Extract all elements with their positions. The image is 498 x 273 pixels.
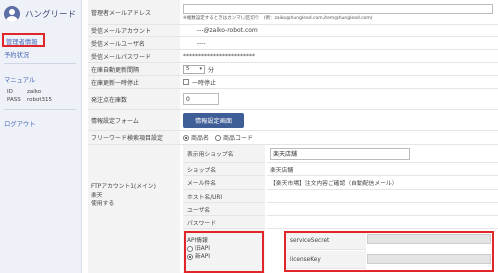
freeword-option-product-code: 商品コード xyxy=(223,135,254,142)
sidebar-item-admin-info-label: 管理者情報 xyxy=(6,39,38,46)
stock-pause-label: 在庫更新一時停止 xyxy=(88,76,180,88)
admin-email-note: ※複数設定するときはカンマ(,)区切り (例：zaiko@hunglead.co… xyxy=(183,15,373,21)
row-admin-email: 管理者メールアドレス ※複数設定するときはカンマ(,)区切り (例：zaiko@… xyxy=(88,0,498,25)
info-settings-button[interactable]: 情報設定画面 xyxy=(183,112,245,128)
order-stock-input[interactable]: 0 xyxy=(183,93,219,105)
row-stock-pause: 在庫更新一時停止 一時停止 xyxy=(88,76,498,89)
shop-name-value: 楽天店舗 xyxy=(267,163,498,176)
recv-user-label: 受信メールユーザ名 xyxy=(88,37,180,49)
ftp-account-status: 使用する xyxy=(91,201,115,207)
login-id-label: ID xyxy=(7,89,13,95)
freeword-option-product-name: 商品名 xyxy=(191,135,210,142)
brand: ハングリード xyxy=(4,6,76,22)
order-stock-label: 発注点在庫数 xyxy=(88,89,180,109)
mail-subject-value: 【楽天市場】注文内容ご確認（自動配信メール） xyxy=(267,176,498,190)
ftp-account-label: FTPアカウント1(メイン) 楽天 使用する xyxy=(88,145,180,273)
ftp-password-label: パスワード xyxy=(183,216,265,229)
sidebar-item-admin-info[interactable]: 管理者情報 xyxy=(2,33,45,47)
row-order-stock: 発注点在庫数 0 xyxy=(88,89,498,110)
stock-interval-selected: 5 xyxy=(186,66,190,72)
row-recv-user: 受信メールユーザ名 ---- xyxy=(88,37,498,50)
recv-user-value: ---- xyxy=(197,39,206,47)
chevron-down-icon: ▾ xyxy=(199,66,202,72)
stock-interval-label: 在庫自動更新間隔 xyxy=(88,63,180,75)
freeword-radio-product-name[interactable] xyxy=(183,134,189,141)
stock-pause-checkbox[interactable] xyxy=(183,79,189,85)
admin-email-label: 管理者メールアドレス xyxy=(88,0,180,24)
row-freeword: フリーワード検索項目設定 商品名 商品コード xyxy=(88,131,498,145)
display-shop-cell: 楽天店舗 xyxy=(267,145,498,163)
stock-pause-option-label: 一時停止 xyxy=(192,79,217,87)
recv-account-value: ---@zaiko-robot.com xyxy=(197,27,258,34)
ftp-account-service: 楽天 xyxy=(91,192,103,199)
host-label: ホスト名/URI xyxy=(183,190,265,203)
sidebar-divider xyxy=(4,63,76,64)
row-recv-pass: 受信メールパスワード ************************ xyxy=(88,50,498,63)
recv-account-label: 受信メールアカウント xyxy=(88,25,180,36)
freeword-radio-product-code[interactable] xyxy=(215,134,222,141)
sidebar-divider xyxy=(4,109,76,110)
row-stock-interval: 在庫自動更新間隔 5 ▾ 分 xyxy=(88,63,498,76)
user-avatar-icon xyxy=(4,6,20,22)
highlight-api-info xyxy=(184,231,264,273)
ftp-account-title: FTPアカウント1(メイン) xyxy=(91,184,156,190)
ftp-password-value xyxy=(267,216,498,229)
ftp-user-label: ユーザ名 xyxy=(183,203,265,216)
recv-pass-label: 受信メールパスワード xyxy=(88,50,180,62)
ftp-user-value xyxy=(267,203,498,216)
shop-name-label: ショップ名 xyxy=(183,163,265,176)
sidebar-item-reservation[interactable]: 予約状況 xyxy=(4,50,29,59)
login-pass-value: robot315 xyxy=(27,97,53,103)
display-shop-input[interactable]: 楽天店舗 xyxy=(270,147,410,160)
info-form-label: 情報設定フォーム xyxy=(88,110,180,130)
highlight-api-keys xyxy=(284,231,494,272)
mail-subject-label: メール件名 xyxy=(183,176,265,190)
display-shop-label: 表示用ショップ名 xyxy=(183,145,265,163)
row-info-form: 情報設定フォーム 情報設定画面 xyxy=(88,110,498,131)
login-pass-label: PASS xyxy=(7,97,21,103)
login-id-value: zaiko xyxy=(27,89,42,95)
admin-email-input[interactable] xyxy=(183,3,493,14)
brand-name: ハングリード xyxy=(25,10,77,20)
stock-interval-select[interactable]: 5 ▾ xyxy=(183,64,205,74)
row-recv-account: 受信メールアカウント ---@zaiko-robot.com xyxy=(88,25,498,37)
sidebar: ハングリード 管理者情報 予約状況 マニュアル ID zaiko PASS ro… xyxy=(0,0,82,273)
stock-interval-unit: 分 xyxy=(208,66,215,74)
host-value xyxy=(267,190,498,203)
sidebar-item-logout[interactable]: ログアウト xyxy=(4,119,35,128)
recv-pass-value: ************************ xyxy=(183,52,255,60)
sidebar-item-manual[interactable]: マニュアル xyxy=(4,75,35,84)
freeword-label: フリーワード検索項目設定 xyxy=(88,131,180,144)
